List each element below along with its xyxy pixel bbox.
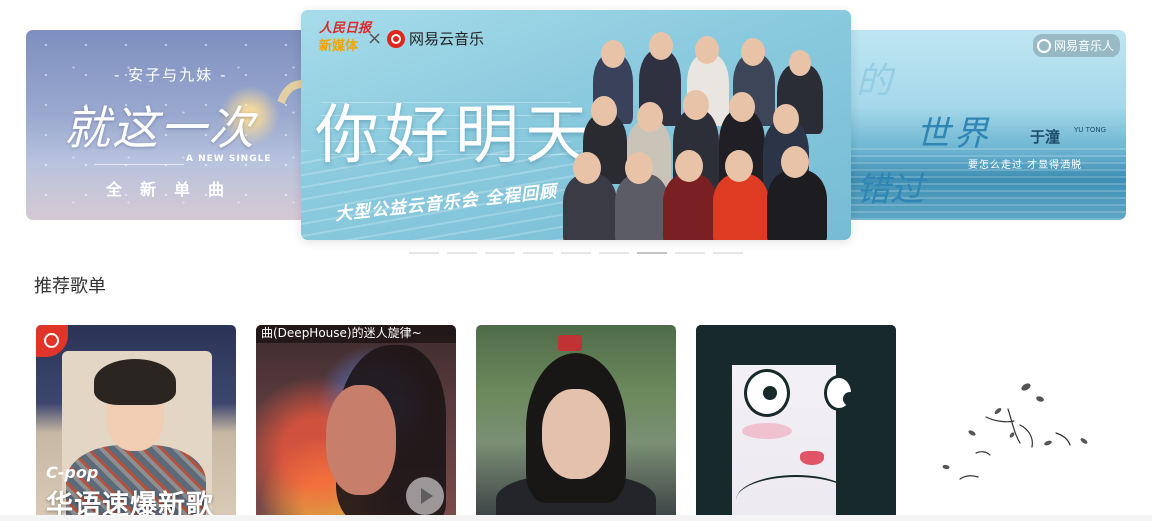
new-media-label: 新媒体 [319,39,359,54]
people-daily-logo: 人民日报 新媒体 [319,20,371,56]
carousel-dot[interactable] [599,252,629,254]
playlist-card[interactable]: 曲(DeepHouse)的迷人旋律~ [256,325,456,521]
banner-cn-tag: 全新单曲 [106,180,243,199]
section-title: 推荐歌单 [34,276,106,297]
cover-caption: 曲(DeepHouse)的迷人旋律~ [256,325,456,343]
divider [94,164,184,165]
banner-title-part: 世界 [916,114,992,154]
banner-current[interactable]: 人民日报 新媒体 × 网易云音乐 你好明天 大型公益云音乐会 全程回顾 [301,10,851,240]
cover-tag: C-pop [46,463,99,482]
people-daily-label: 人民日报 [319,21,372,36]
cover-figure [824,375,857,411]
cover-figure [696,325,896,365]
carousel-dot[interactable] [523,252,553,254]
recommended-playlists: C-pop 华语速爆新歌 曲(DeepHouse)的迷人旋律~ [36,325,1116,521]
netease-logo-icon [1036,38,1051,53]
cover-figure [742,423,792,439]
banner-song-title: 就这一次 [64,101,256,155]
banner-carousel[interactable]: - 安子与九妹 - 就这一次 A NEW SINGLE 全新单曲 的 世界 错过… [0,0,1152,262]
banner-singer-en: YU TONG [1074,126,1107,134]
banner-title: 你好明天 [315,99,595,173]
banner-lyric: 要怎么走过 才显得洒脱 [968,160,1083,171]
bottom-divider [0,515,1152,521]
music-home-page: - 安子与九妹 - 就这一次 A NEW SINGLE 全新单曲 的 世界 错过… [0,0,1152,521]
cross-mark: × [367,28,383,49]
playlist-card[interactable] [916,325,1116,521]
banner-artist: - 安子与九妹 - [114,66,228,84]
brand-label: 网易音乐人 [1053,39,1114,53]
banner-en-tag: A NEW SINGLE [186,154,272,164]
carousel-pagination [409,252,743,254]
musician-brand-badge: 网易音乐人 [1032,34,1120,57]
playlist-card[interactable] [476,325,676,521]
play-icon[interactable] [406,477,444,515]
netease-logo-icon [387,29,405,48]
banner-next[interactable]: 的 世界 错过 于潼 YU TONG 要怎么走过 才显得洒脱 网易音乐人 [826,30,1126,220]
banner-singer: 于潼 [1030,128,1061,146]
cover-figure [744,369,790,417]
sketch-illustration [942,383,1088,480]
carousel-dot[interactable] [485,252,515,254]
carousel-dot[interactable] [447,252,477,254]
artists-group-photo [563,24,851,240]
playlist-card[interactable] [696,325,896,521]
carousel-dot[interactable] [675,252,705,254]
cover-figure [558,335,582,351]
carousel-dot[interactable] [637,252,667,254]
cover-figure [800,451,824,465]
playlist-card[interactable]: C-pop 华语速爆新歌 [36,325,236,521]
banner-title-part: 的 [856,61,893,102]
netease-music-logo: 网易云音乐 [387,28,484,49]
brand-label: 网易云音乐 [409,30,485,48]
carousel-dot[interactable] [713,252,743,254]
banner-prev[interactable]: - 安子与九妹 - 就这一次 A NEW SINGLE 全新单曲 [26,30,346,220]
banner-title-part: 错过 [856,170,924,210]
carousel-dot[interactable] [561,252,591,254]
cover-figure [94,359,176,405]
cover-figure [326,385,396,495]
cover-figure [542,389,610,479]
carousel-dot[interactable] [409,252,439,254]
